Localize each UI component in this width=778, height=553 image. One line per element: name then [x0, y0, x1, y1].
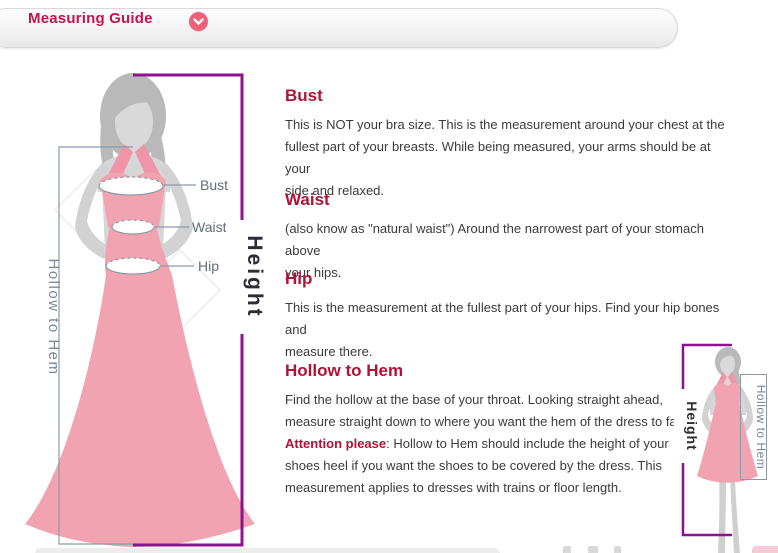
cutoff-text-mark	[563, 546, 571, 553]
cutoff-text-mark	[588, 546, 598, 553]
hip-heading: Hip	[285, 269, 725, 289]
bust-description: This is NOT your bra size. This is the m…	[285, 114, 725, 202]
height-label-small: Height	[684, 401, 700, 451]
hollow-text-before: Find the hollow at the base of your thro…	[285, 392, 686, 429]
waist-label: Waist	[192, 219, 227, 235]
hip-measure-ellipse	[106, 258, 160, 274]
bust-measure-ellipse	[99, 177, 163, 195]
attention-label: Attention please	[285, 436, 386, 451]
hip-description: This is the measurement at the fullest p…	[285, 297, 725, 363]
chevron-glyph	[193, 18, 204, 26]
next-section-sliver	[35, 548, 500, 553]
cutoff-text-mark	[614, 546, 621, 553]
section-hollow-to-hem: Hollow to Hem Find the hollow at the bas…	[285, 361, 725, 499]
height-label: Height	[243, 235, 266, 318]
measurement-diagram-small: Hollow to Hem Height	[660, 335, 778, 553]
chevron-down-icon[interactable]	[189, 12, 208, 31]
waist-measure-ellipse	[112, 220, 154, 234]
section-hip: Hip This is the measurement at the fulle…	[285, 269, 725, 363]
bust-label: Bust	[200, 177, 228, 193]
hollow-to-hem-label-small: Hollow to Hem	[754, 385, 768, 470]
page-title: Measuring Guide	[28, 10, 153, 27]
measuring-guide-page: Measuring Guide	[0, 0, 778, 553]
bust-heading: Bust	[285, 86, 725, 106]
cutoff-image-sliver	[752, 546, 778, 553]
section-bust: Bust This is NOT your bra size. This is …	[285, 86, 725, 202]
hollow-to-hem-label: Hollow to Hem	[45, 258, 62, 375]
hip-label: Hip	[198, 258, 219, 274]
measurement-diagram-large: Bust Waist Hip Hollow to Hem Height	[20, 60, 270, 553]
waist-heading: Waist	[285, 190, 725, 210]
hollow-description: Find the hollow at the base of your thro…	[285, 389, 725, 499]
hollow-heading: Hollow to Hem	[285, 361, 725, 381]
